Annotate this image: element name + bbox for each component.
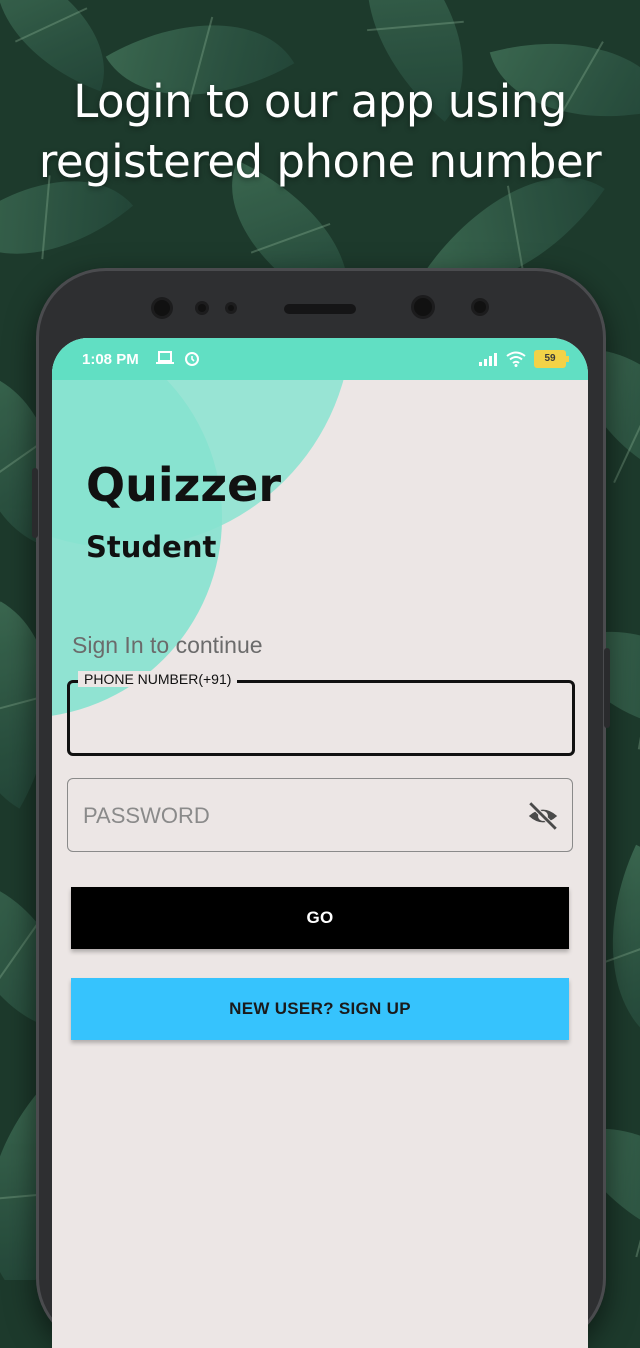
camera-icon xyxy=(414,298,432,316)
alarm-icon xyxy=(185,352,199,366)
phone-number-label: PHONE NUMBER(+91) xyxy=(78,671,238,687)
go-button[interactable]: GO xyxy=(71,887,569,949)
front-camera-icon xyxy=(154,300,170,316)
signal-icon xyxy=(479,353,497,366)
wifi-icon xyxy=(506,351,526,367)
signup-button[interactable]: NEW USER? SIGN UP xyxy=(71,978,569,1040)
status-bar: 1:08 PM 59 xyxy=(52,338,588,380)
earpiece-speaker xyxy=(284,304,356,314)
signin-caption: Sign In to continue xyxy=(72,632,263,658)
power-button xyxy=(604,648,610,728)
phone-number-field[interactable]: PHONE NUMBER(+91) xyxy=(67,671,575,756)
phone-frame: 1:08 PM 59 Quizzer Student Sign In to co… xyxy=(32,268,610,1348)
app-title: Quizzer xyxy=(86,458,282,512)
password-placeholder: PASSWORD xyxy=(83,803,210,828)
volume-button xyxy=(32,468,38,538)
app-screen: 1:08 PM 59 Quizzer Student Sign In to co… xyxy=(52,338,588,1348)
password-field[interactable]: PASSWORD xyxy=(67,778,573,852)
sensor-icon xyxy=(474,301,486,313)
battery-icon: 59 xyxy=(534,350,569,368)
promo-heading: Login to our app using registered phone … xyxy=(0,72,640,192)
sensor-icon xyxy=(228,305,234,311)
visibility-off-icon[interactable] xyxy=(526,799,560,833)
promo-line-2: registered phone number xyxy=(38,135,602,188)
promo-line-1: Login to our app using xyxy=(73,75,567,128)
sensor-icon xyxy=(198,304,206,312)
app-subtitle: Student xyxy=(86,530,217,564)
laptop-icon xyxy=(156,351,174,364)
status-time: 1:08 PM xyxy=(82,351,139,368)
